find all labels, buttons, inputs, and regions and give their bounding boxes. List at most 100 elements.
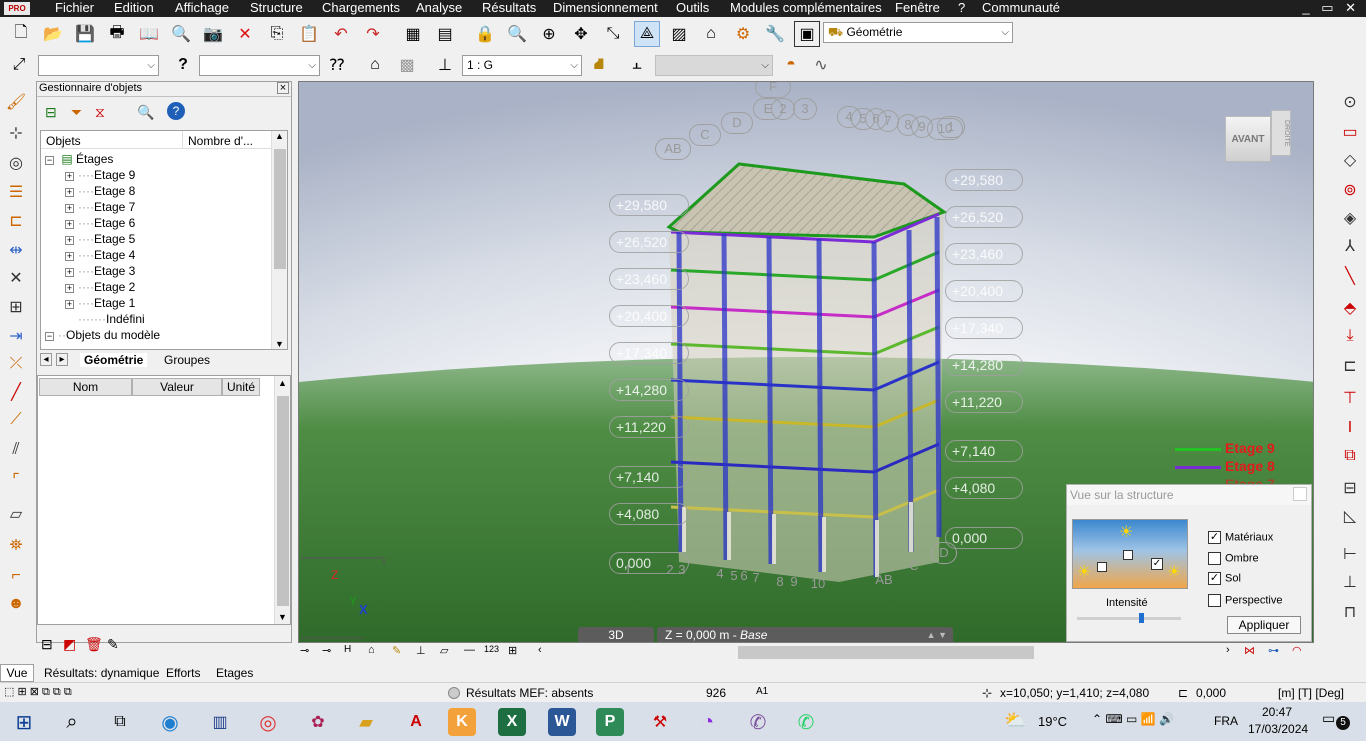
- weather-temp[interactable]: 19°C: [1038, 714, 1067, 729]
- tree-item-indefini[interactable]: ·······Indéfini: [78, 311, 145, 327]
- node-number-icon[interactable]: ⊙: [1337, 89, 1363, 115]
- slab-small-icon[interactable]: ▱: [440, 644, 448, 657]
- building-model[interactable]: [666, 162, 948, 582]
- frame-icon[interactable]: ⊏: [3, 208, 29, 234]
- tree-item-etage-9[interactable]: + ····Etage 9: [65, 167, 135, 183]
- scroll-up-icon[interactable]: ▲: [278, 378, 287, 388]
- save-icon[interactable]: 💾: [72, 21, 98, 47]
- print-preview-icon[interactable]: 🔍: [168, 21, 194, 47]
- expand-icon[interactable]: +: [65, 284, 74, 293]
- tab-next-icon[interactable]: ▸: [56, 353, 68, 366]
- props-header-valeur[interactable]: Valeur: [132, 378, 222, 396]
- tool-a-icon[interactable]: ⋈: [1244, 644, 1255, 657]
- expand-icon[interactable]: +: [65, 300, 74, 309]
- flag-icon[interactable]: ◩: [63, 636, 76, 653]
- dimension-line-icon[interactable]: ⊢: [1337, 541, 1363, 567]
- menu-structure[interactable]: Structure: [250, 0, 303, 16]
- load-icon[interactable]: ⊥: [432, 52, 458, 78]
- print-icon[interactable]: 🖶: [104, 21, 130, 47]
- word-icon[interactable]: W: [548, 708, 576, 736]
- support-node-icon[interactable]: ⅄: [1337, 233, 1363, 259]
- scroll-down-icon[interactable]: ▼: [278, 612, 287, 622]
- check-icon[interactable]: ✓: [1208, 531, 1221, 544]
- wave-icon[interactable]: ∿: [808, 52, 834, 78]
- combo-selection-1[interactable]: ⌵: [38, 55, 159, 76]
- light-toggle-icon[interactable]: [1097, 562, 1107, 572]
- windows-start-icon[interactable]: ⊞: [10, 708, 38, 736]
- checkbox-box[interactable]: [1208, 594, 1221, 607]
- clock-date[interactable]: 17/03/2024: [1248, 722, 1308, 736]
- tree-item-etage-5[interactable]: + ····Etage 5: [65, 231, 135, 247]
- lighting-preview[interactable]: ☀ ☀ ☀ ✓: [1072, 519, 1188, 589]
- view-mode-3d[interactable]: 3D: [578, 627, 654, 642]
- panel-icon[interactable]: ▱: [3, 501, 29, 527]
- notification-icon[interactable]: ▭: [1322, 710, 1335, 727]
- panel-3d-icon[interactable]: ◈: [1337, 205, 1363, 231]
- copy-element-icon[interactable]: ⧉: [1337, 443, 1363, 469]
- tab-vue[interactable]: Vue: [0, 664, 34, 682]
- lock-icon[interactable]: 🔒: [472, 21, 498, 47]
- tree-item-etage-3[interactable]: + ····Etage 3: [65, 263, 135, 279]
- menu-resultats[interactable]: Résultats: [482, 0, 536, 16]
- load-arrow-icon[interactable]: ⬘: [1337, 295, 1363, 321]
- camera-icon[interactable]: 📷: [200, 21, 226, 47]
- collapse-icon[interactable]: −: [45, 156, 54, 165]
- expand-icon[interactable]: +: [65, 188, 74, 197]
- whatsapp-icon[interactable]: ✆: [792, 708, 820, 736]
- units-display[interactable]: [m] [T] [Deg]: [1278, 686, 1344, 700]
- tool-c-icon[interactable]: ◠: [1292, 644, 1302, 657]
- app-building-icon[interactable]: ▥: [206, 708, 234, 736]
- select-icon[interactable]: ⤡: [600, 21, 626, 47]
- sun-icon[interactable]: ☀: [1167, 562, 1181, 582]
- chrome-icon[interactable]: ◎: [254, 708, 282, 736]
- view-3d-icon[interactable]: ⟁: [634, 21, 660, 47]
- tree-item-etage-1[interactable]: + ····Etage 1: [65, 295, 135, 311]
- window-controls[interactable]: _ ▭ ✕: [1302, 0, 1360, 16]
- menu-modules[interactable]: Modules complémentaires: [730, 0, 882, 16]
- menu-dimensionnement[interactable]: Dimensionnement: [553, 0, 658, 16]
- combo-selection-2[interactable]: ⌵: [199, 55, 320, 76]
- new-file-icon[interactable]: 🗋: [8, 21, 34, 47]
- menu-help[interactable]: ?: [958, 0, 965, 16]
- search-icon[interactable]: ⌕: [58, 708, 86, 736]
- support-icon[interactable]: ⛯: [3, 533, 29, 559]
- autocad-icon[interactable]: A: [402, 708, 430, 736]
- expand-icon[interactable]: +: [65, 236, 74, 245]
- help-marker-icon[interactable]: ?: [170, 52, 196, 78]
- expand-icon[interactable]: +: [65, 268, 74, 277]
- tree-item-etage-4[interactable]: + ····Etage 4: [65, 247, 135, 263]
- pile-icon[interactable]: ⊓: [1337, 599, 1363, 625]
- sun-icon[interactable]: ☀: [1077, 562, 1091, 582]
- scroll-down-icon[interactable]: ▼: [275, 339, 284, 349]
- expand-icon[interactable]: +: [65, 172, 74, 181]
- section-view-icon[interactable]: ▭: [1337, 119, 1363, 145]
- tree-item-etages[interactable]: − ▤ Étages: [45, 151, 113, 167]
- checkbox-box[interactable]: [1208, 552, 1221, 565]
- line-icon[interactable]: ╱: [3, 379, 29, 405]
- dimension-icon[interactable]: ⇥: [3, 323, 29, 349]
- tree-item-etage-8[interactable]: + ····Etage 8: [65, 183, 135, 199]
- wall-icon[interactable]: ⊟: [1337, 475, 1363, 501]
- intensity-slider[interactable]: [1077, 613, 1181, 623]
- viewcube-front[interactable]: AVANT: [1225, 116, 1271, 162]
- column-count[interactable]: Nombre d'...: [188, 134, 253, 148]
- bar-line-icon[interactable]: ╲: [1337, 263, 1363, 289]
- app-tools-icon[interactable]: ⚒: [646, 708, 674, 736]
- calculator-icon[interactable]: ▦: [400, 21, 426, 47]
- intensity-slider-thumb[interactable]: [1139, 613, 1145, 623]
- horizontal-scrollbar-thumb[interactable]: [738, 646, 1034, 659]
- checkbox-materiaux[interactable]: ✓ Matériaux: [1208, 531, 1273, 544]
- delete-icon[interactable]: ✕: [232, 21, 258, 47]
- paste-icon[interactable]: 📋: [296, 21, 322, 47]
- file-explorer-icon[interactable]: ▰: [352, 708, 380, 736]
- selection-tools-icon[interactable]: ⬚ ⊞ ⊠ ⧉ ⧉ ⧉: [4, 685, 72, 699]
- menu-edition[interactable]: Edition: [114, 0, 154, 16]
- props-scrollbar[interactable]: ▲ ▼: [274, 376, 290, 624]
- apply-button[interactable]: Appliquer: [1227, 616, 1301, 634]
- disabled-tool-icon[interactable]: ▩: [394, 52, 420, 78]
- view-cube[interactable]: AVANT DROITE: [1225, 108, 1295, 170]
- checkbox-sol[interactable]: ✓ Sol: [1208, 572, 1241, 585]
- help-icon[interactable]: ?: [167, 102, 185, 120]
- section-icon[interactable]: ⌂: [362, 52, 388, 78]
- tree-item-etage-7[interactable]: + ····Etage 7: [65, 199, 135, 215]
